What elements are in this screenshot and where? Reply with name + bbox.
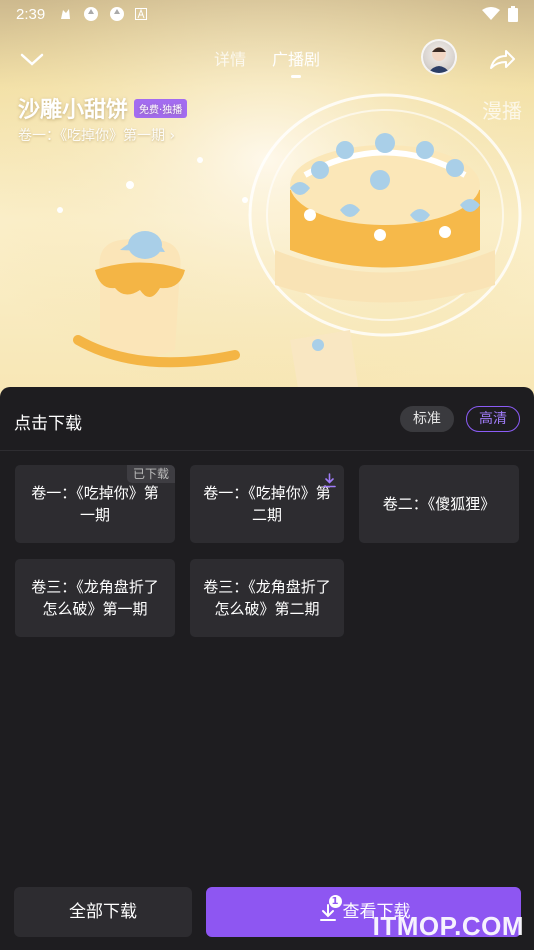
download-sheet: 点击下载 标准 高清 卷一：《吃掉你》第一期 已下载 卷一：《吃掉你》第二期 卷… — [0, 387, 534, 950]
download-all-button[interactable]: 全部下载 — [14, 887, 192, 937]
avatar[interactable] — [421, 39, 457, 75]
status-bar: 2:39 — [0, 0, 534, 28]
sheet-header: 点击下载 标准 高清 — [0, 387, 534, 451]
aperture-icon — [110, 7, 125, 21]
wifi-icon — [482, 7, 500, 20]
current-episode-link[interactable]: 卷一：《吃掉你》第一期 › — [18, 125, 175, 145]
episode-label: 卷二：《傻狐狸》 — [382, 495, 496, 513]
quality-selector: 标准 高清 — [400, 406, 520, 432]
episode-label: 卷三：《龙角盘折了怎么破》第二期 — [203, 578, 331, 618]
site-watermark: ITMOP.COM — [372, 911, 524, 941]
episode-card[interactable]: 卷一：《吃掉你》第一期 已下载 — [15, 465, 175, 543]
quality-standard-button[interactable]: 标准 — [400, 406, 454, 432]
share-icon[interactable] — [486, 44, 518, 76]
avatar-image-icon — [428, 47, 450, 73]
episode-label: 卷一：《吃掉你》第二期 — [203, 484, 331, 524]
episode-card[interactable]: 卷三：《龙角盘折了怎么破》第一期 — [15, 559, 175, 637]
aperture-icon — [84, 7, 99, 21]
downloaded-tag: 已下载 — [126, 465, 175, 483]
episode-label: 卷三：《龙角盘折了怎么破》第一期 — [31, 578, 159, 618]
episode-card[interactable]: 卷三：《龙角盘折了怎么破》第二期 — [190, 559, 344, 637]
status-time: 2:39 — [16, 5, 46, 23]
a-box-icon — [135, 8, 148, 20]
free-exclusive-badge: 免费·独播 — [134, 98, 188, 118]
cover-artwork: 2:39 详情 广播剧 沙雕小甜饼 免费·独播 卷一：《吃掉你》第一期 › 漫播 — [0, 0, 534, 400]
drama-title: 沙雕小甜饼 免费·独播 — [18, 92, 188, 124]
drama-title-text: 沙雕小甜饼 — [18, 98, 129, 123]
sheet-title: 点击下载 — [14, 414, 82, 434]
battery-icon — [508, 6, 518, 22]
top-nav: 详情 广播剧 — [0, 38, 534, 82]
app-watermark: 漫播 — [482, 99, 522, 123]
episode-label: 卷一：《吃掉你》第一期 — [31, 484, 159, 524]
download-icon — [323, 473, 336, 488]
tab-audio-drama[interactable]: 广播剧 — [272, 46, 320, 78]
download-count-badge: 1 — [328, 895, 342, 908]
episode-card[interactable]: 卷一：《吃掉你》第二期 — [190, 465, 344, 543]
episode-card[interactable]: 卷二：《傻狐狸》 — [359, 465, 519, 543]
app-notification-icon — [61, 9, 71, 19]
tab-details[interactable]: 详情 — [214, 46, 246, 78]
quality-hd-button[interactable]: 高清 — [466, 406, 520, 432]
